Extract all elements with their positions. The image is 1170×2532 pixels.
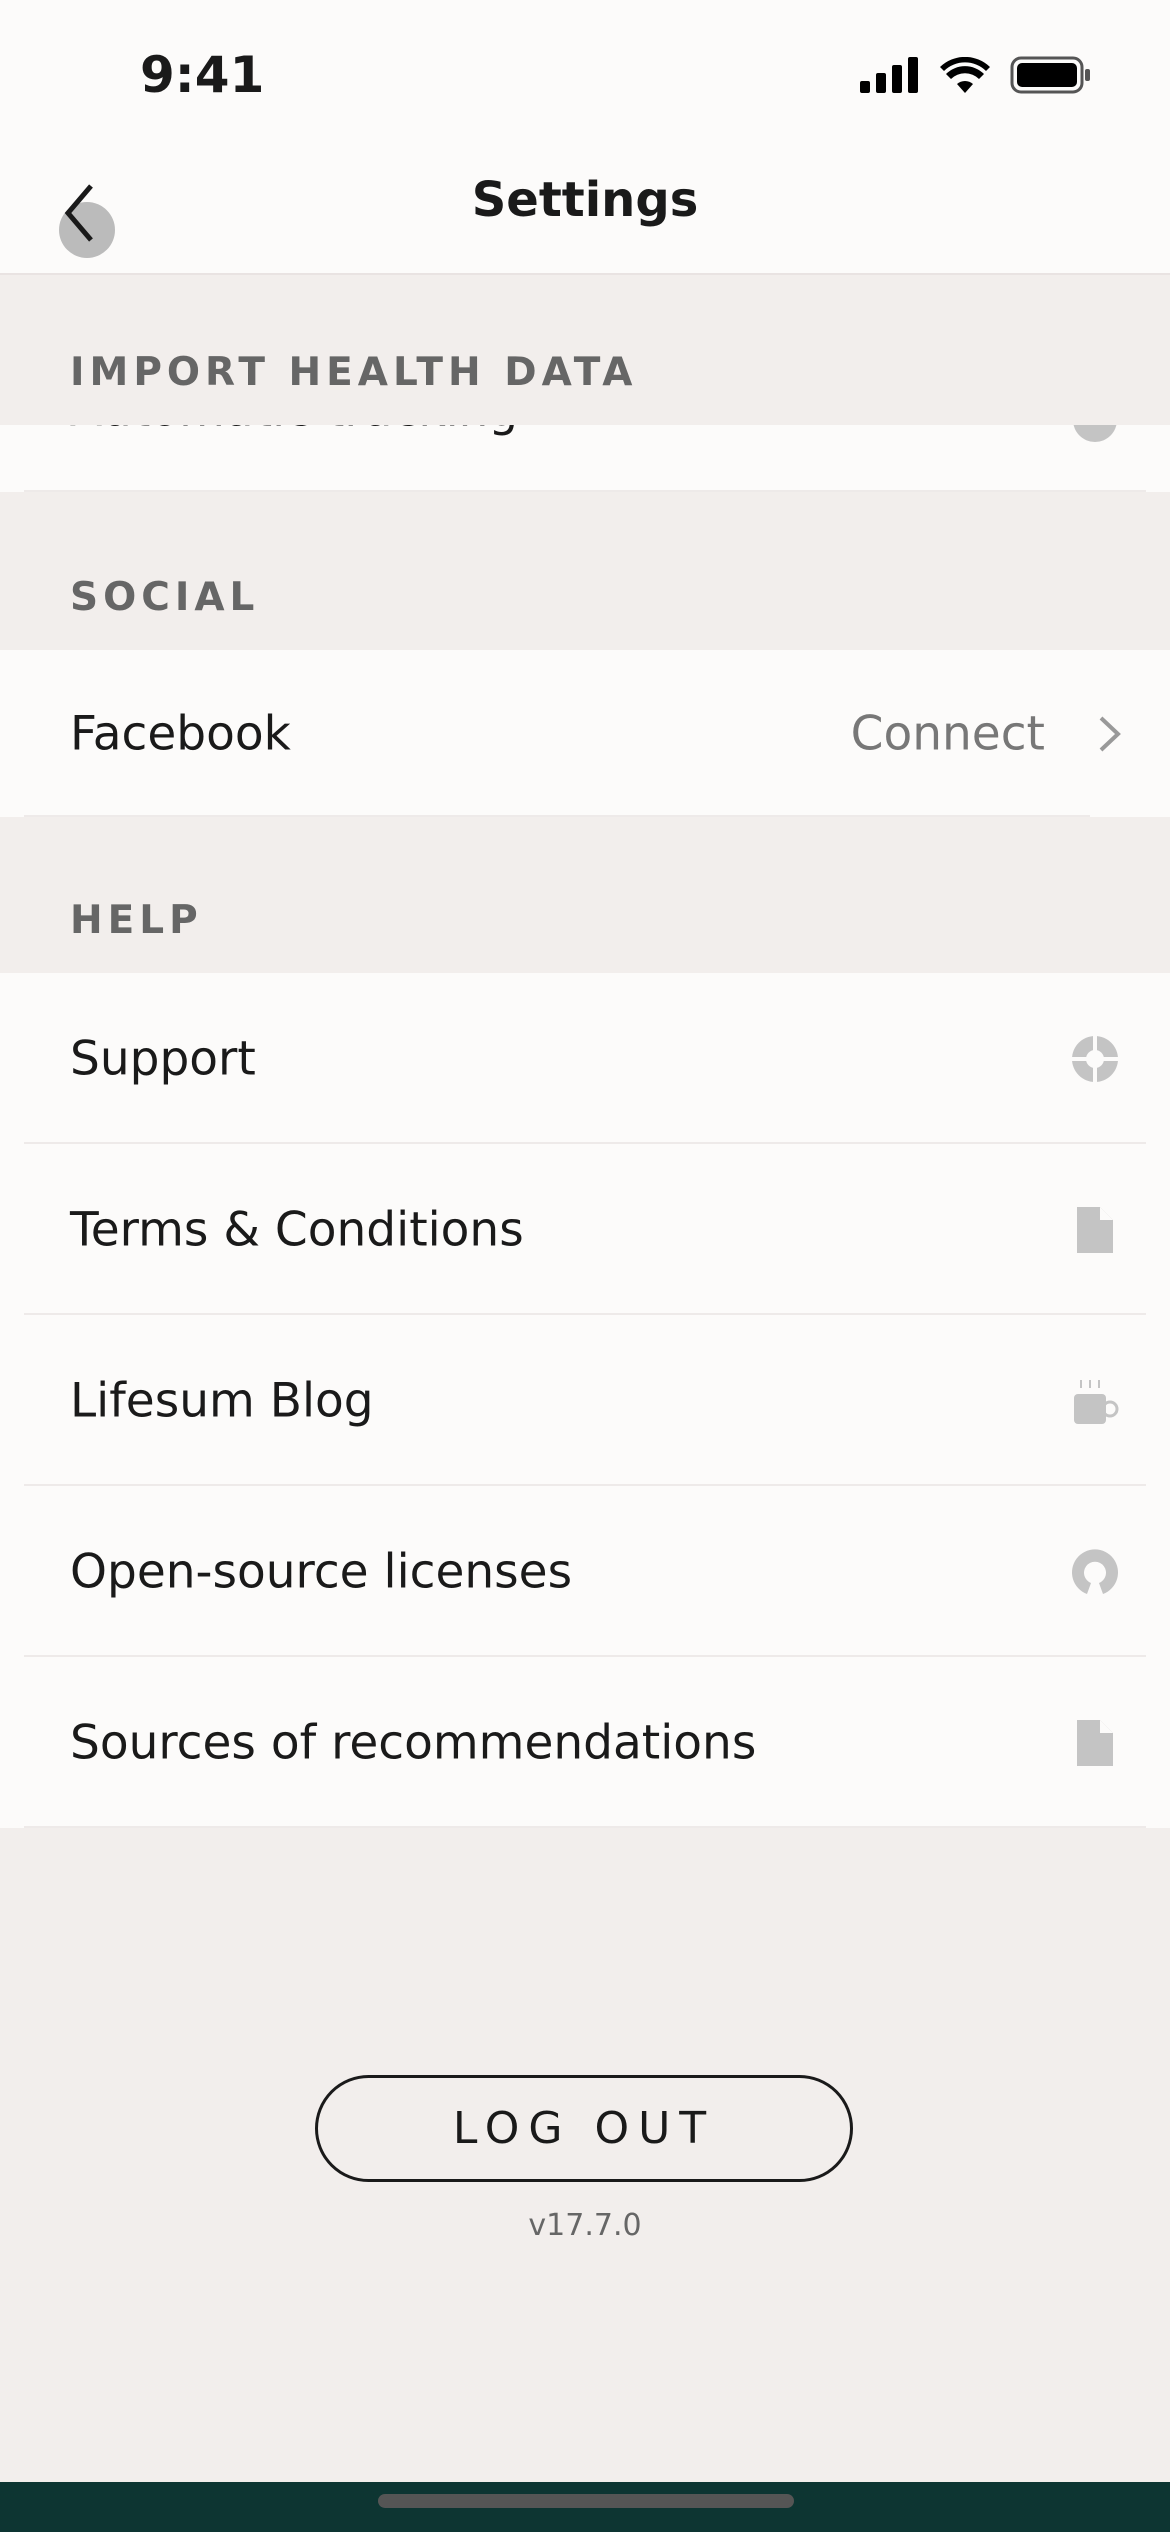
row-label: Facebook bbox=[70, 706, 291, 761]
status-time: 9:41 bbox=[140, 46, 265, 104]
row-label: Open-source licenses bbox=[70, 1544, 573, 1599]
log-out-button[interactable]: LOG OUT bbox=[315, 2075, 853, 2182]
document-icon bbox=[1077, 1206, 1113, 1253]
section-title: HELP bbox=[70, 898, 203, 943]
status-bar: 9:41 bbox=[0, 0, 1170, 150]
row-label: Support bbox=[70, 1031, 256, 1086]
home-indicator[interactable] bbox=[378, 2494, 794, 2508]
section-header-social: SOCIAL bbox=[0, 500, 1170, 650]
home-bar bbox=[0, 2482, 1170, 2532]
app-version: v17.7.0 bbox=[528, 2208, 642, 2243]
lifebuoy-icon bbox=[1070, 1033, 1120, 1084]
row-label: Terms & Conditions bbox=[70, 1202, 524, 1257]
row-label: Lifesum Blog bbox=[70, 1373, 374, 1428]
divider bbox=[24, 1826, 1146, 1828]
settings-row-sources[interactable]: Sources of recommendations bbox=[0, 1657, 1170, 1828]
page-title: Settings bbox=[471, 172, 699, 228]
signal-icon bbox=[860, 57, 918, 93]
coffee-cup-icon bbox=[1074, 1379, 1119, 1424]
divider bbox=[24, 815, 1090, 817]
section-header-help: HELP bbox=[0, 822, 1170, 973]
section-title: IMPORT HEALTH DATA bbox=[70, 350, 638, 395]
nav-bar: Settings bbox=[0, 150, 1170, 275]
settings-row-facebook[interactable]: Facebook Connect bbox=[0, 650, 1170, 817]
wifi-icon bbox=[940, 57, 990, 93]
divider bbox=[24, 490, 1146, 492]
section-header-import: IMPORT HEALTH DATA bbox=[0, 277, 1170, 425]
settings-row-terms[interactable]: Terms & Conditions bbox=[0, 1144, 1170, 1315]
open-source-icon bbox=[1072, 1548, 1118, 1594]
connect-value: Connect bbox=[850, 706, 1045, 761]
row-label: Sources of recommendations bbox=[70, 1715, 757, 1770]
settings-row-licenses[interactable]: Open-source licenses bbox=[0, 1486, 1170, 1657]
settings-row-blog[interactable]: Lifesum Blog bbox=[0, 1315, 1170, 1486]
settings-row-support[interactable]: Support bbox=[0, 973, 1170, 1144]
chevron-right-icon bbox=[1099, 716, 1121, 751]
section-title: SOCIAL bbox=[70, 575, 260, 620]
battery-icon bbox=[1010, 56, 1090, 94]
document-icon bbox=[1077, 1719, 1113, 1766]
